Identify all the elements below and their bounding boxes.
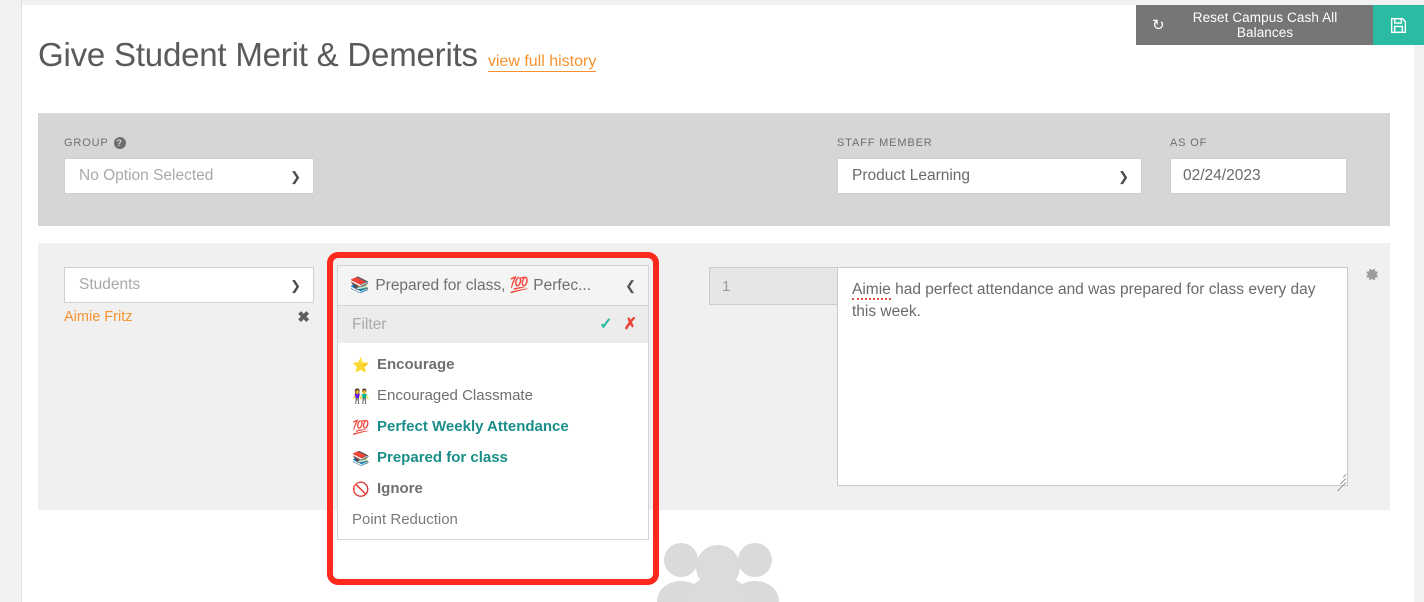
as-of-date-input[interactable]: 02/24/2023 (1170, 158, 1347, 194)
floppy-disk-icon (1389, 16, 1408, 35)
behaviour-option-ignore[interactable]: 🚫 Ignore (338, 473, 648, 504)
staff-member-select-value: Product Learning (852, 167, 971, 184)
behaviour-option-label: Perfect Weekly Attendance (377, 418, 569, 435)
behaviour-group-point-reduction: Point Reduction (338, 504, 648, 535)
behaviour-selected-summary: 📚 Prepared for class, 💯 Perfec... (350, 276, 591, 295)
note-textarea[interactable]: Aimie had perfect attendance and was pre… (837, 267, 1348, 486)
reset-campus-cash-label: Reset Campus Cash All Balances (1192, 10, 1338, 40)
prohibited-icon: 🚫 (352, 480, 370, 497)
as-of-date-value: 02/24/2023 (1183, 167, 1261, 184)
view-full-history-link[interactable]: view full history (487, 53, 597, 72)
staff-member-select[interactable]: Product Learning ❯ (837, 158, 1142, 194)
group-label-text: GROUP (64, 137, 109, 149)
behaviour-option-encouraged-classmate[interactable]: 👫 Encouraged Classmate (338, 380, 648, 411)
save-button[interactable] (1373, 5, 1424, 45)
behaviour-option-label: Prepared for class (377, 449, 508, 466)
behaviour-option-encourage[interactable]: ⭐ Encourage (338, 349, 648, 380)
behaviour-filter-row: Filter ✓ ✗ (338, 306, 648, 343)
behaviour-dropdown-panel: Filter ✓ ✗ ⭐ Encourage 👫 Encouraged Clas… (337, 306, 649, 540)
close-icon[interactable]: ✖ (297, 310, 310, 325)
hundred-points-icon: 💯 (352, 418, 370, 435)
chevron-down-icon: ❯ (290, 277, 301, 293)
action-bar: ↻ Reset Campus Cash All Balances (1136, 5, 1424, 45)
behaviour-multiselect: 📚 Prepared for class, 💯 Perfec... ❮ Filt… (337, 265, 649, 540)
as-of-field: AS OF 02/24/2023 (1170, 137, 1347, 194)
page-gutter-right (1414, 0, 1424, 602)
chevron-up-icon: ❮ (625, 278, 636, 293)
behaviour-option-label: Encourage (377, 356, 455, 373)
behaviour-option-label: Encouraged Classmate (377, 387, 533, 404)
row-settings-button[interactable] (1360, 266, 1382, 288)
student-chip: Aimie Fritz ✖ (64, 309, 314, 325)
group-select-value: No Option Selected (79, 167, 214, 184)
group-select[interactable]: No Option Selected ❯ (64, 158, 314, 194)
chevron-down-icon: ❯ (1118, 168, 1129, 184)
filter-bar: GROUP ? No Option Selected ❯ STAFF MEMBE… (38, 113, 1390, 226)
reset-campus-cash-button[interactable]: ↻ Reset Campus Cash All Balances (1136, 5, 1374, 45)
behaviour-option-label: Ignore (377, 480, 423, 497)
note-text: had perfect attendance and was prepared … (852, 281, 1316, 320)
staff-member-field: STAFF MEMBER Product Learning ❯ (837, 137, 1142, 194)
behaviour-group-label: Point Reduction (352, 511, 458, 528)
chevron-down-icon: ❯ (290, 168, 301, 184)
behaviour-option-prepared-for-class[interactable]: 📚 Prepared for class (338, 442, 648, 473)
students-select-placeholder: Students (79, 276, 141, 293)
behaviour-option-list: ⭐ Encourage 👫 Encouraged Classmate 💯 Per… (338, 343, 648, 539)
group-label: GROUP ? (64, 137, 314, 149)
behaviour-filter-input[interactable]: Filter (352, 316, 386, 334)
as-of-label: AS OF (1170, 137, 1347, 149)
check-icon[interactable]: ✓ (599, 316, 612, 333)
title-row: Give Student Merit & Demerits view full … (38, 36, 597, 74)
staff-member-label-text: STAFF MEMBER (837, 137, 933, 149)
points-value: 1 (722, 277, 731, 295)
books-icon: 📚 (350, 277, 370, 294)
close-icon[interactable]: ✗ (624, 316, 637, 333)
students-select[interactable]: Students ❯ (64, 267, 314, 303)
student-chip-name[interactable]: Aimie Fritz (64, 309, 132, 325)
as-of-label-text: AS OF (1170, 137, 1208, 149)
books-icon: 📚 (352, 449, 370, 466)
gear-icon (1363, 266, 1380, 288)
staff-member-label: STAFF MEMBER (837, 137, 1142, 149)
people-icon: 👫 (352, 387, 370, 404)
undo-icon: ↻ (1152, 16, 1165, 34)
group-field: GROUP ? No Option Selected ❯ (64, 137, 314, 194)
question-mark-icon[interactable]: ? (113, 137, 126, 149)
star-icon: ⭐ (352, 356, 370, 373)
behaviour-selected-text: Prepared for class, 💯 Perfec... (375, 277, 592, 294)
points-input[interactable]: 1 (709, 267, 849, 305)
behaviour-select-toggle[interactable]: 📚 Prepared for class, 💯 Perfec... ❮ (337, 265, 649, 306)
note-spellcheck-word: Aimie (852, 281, 891, 300)
entry-card: Students ❯ Aimie Fritz ✖ 1 Aimie had per… (38, 243, 1390, 510)
behaviour-filter-actions: ✓ ✗ (599, 316, 637, 333)
people-illustration (653, 540, 783, 602)
behaviour-option-perfect-weekly-attendance[interactable]: 💯 Perfect Weekly Attendance (338, 411, 648, 442)
page-gutter-left (0, 0, 22, 602)
page-title: Give Student Merit & Demerits (38, 36, 478, 73)
